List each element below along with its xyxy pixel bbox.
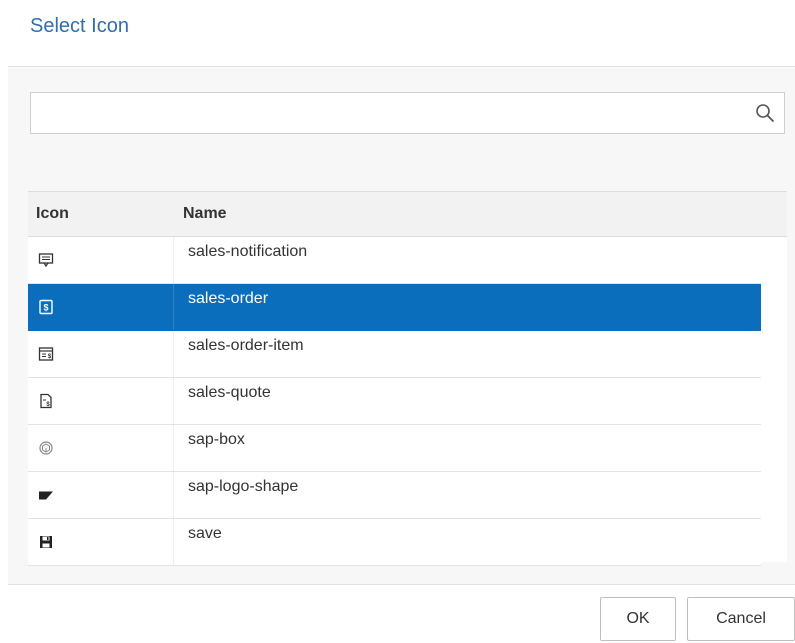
icon-cell [28, 519, 174, 565]
dialog-content: Icon Name sales-notification $ sales-ord… [8, 66, 795, 585]
svg-text:$: $ [48, 354, 52, 360]
icon-name: sap-logo-shape [188, 478, 299, 495]
save-icon [40, 536, 52, 548]
sales-notification-icon [38, 253, 54, 268]
icon-name: sap-box [188, 431, 245, 448]
icon-cell: $ [28, 378, 174, 424]
icon-cell: $ [28, 284, 174, 330]
cancel-button[interactable]: Cancel [687, 597, 795, 641]
sap-box-icon [39, 441, 53, 455]
icon-name: save [188, 525, 222, 542]
table-row[interactable]: sales-notification [28, 237, 761, 284]
search-input[interactable] [31, 93, 731, 133]
svg-text:$: $ [43, 303, 48, 313]
ok-button[interactable]: OK [600, 597, 676, 641]
icon-name: sales-order [188, 290, 269, 307]
table-row[interactable]: $ sales-order [28, 284, 761, 331]
sap-logo-shape-icon [39, 491, 53, 500]
icon-name: sales-notification [188, 243, 308, 260]
column-header-icon: Icon [36, 205, 69, 222]
icon-cell [28, 425, 174, 471]
table-body: sales-notification $ sales-order $ sales… [28, 237, 761, 566]
dialog-title: Select Icon [30, 15, 129, 37]
table-row[interactable]: $ sales-order-item [28, 331, 761, 378]
column-header-name: Name [183, 205, 227, 222]
icon-name: sales-order-item [188, 337, 304, 354]
sales-quote-icon: $ [40, 393, 52, 409]
table-row[interactable]: sap-box [28, 425, 761, 472]
search-field[interactable] [30, 92, 785, 134]
icon-cell [28, 237, 174, 283]
table-row[interactable]: $ sales-quote [28, 378, 761, 425]
icon-name: sales-quote [188, 384, 271, 401]
table-row[interactable]: save [28, 519, 761, 566]
icon-cell: $ [28, 331, 174, 377]
table-row[interactable]: sap-logo-shape [28, 472, 761, 519]
icon-table: Icon Name sales-notification $ sales-ord… [28, 191, 787, 566]
sales-order-icon: $ [39, 299, 53, 315]
icon-cell [28, 472, 174, 518]
table-header: Icon Name [28, 192, 787, 237]
search-icon[interactable] [754, 102, 776, 124]
dialog-footer: OK Cancel [8, 584, 795, 643]
sales-order-item-icon: $ [38, 347, 54, 361]
